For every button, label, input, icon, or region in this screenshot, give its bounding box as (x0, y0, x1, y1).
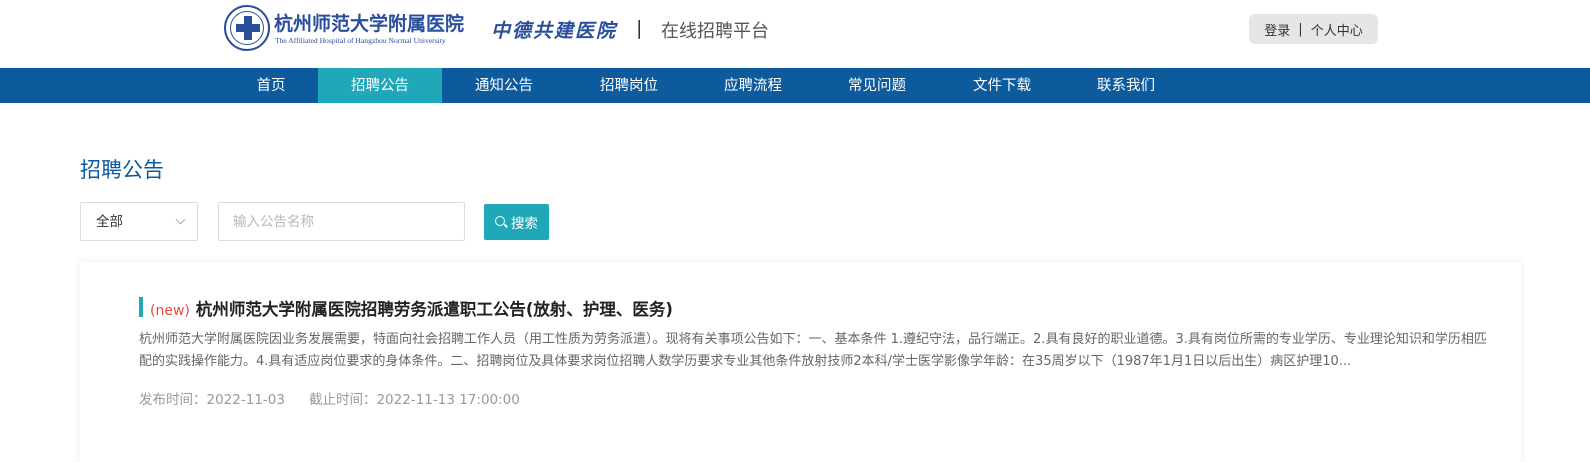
nav-positions[interactable]: 招聘岗位 (567, 68, 691, 103)
hospital-logo-icon[interactable] (224, 5, 270, 51)
notice-title: 杭州师范大学附属医院招聘劳务派遣职工公告(放射、护理、医务) (195, 300, 673, 319)
notice-card[interactable]: (new) 杭州师范大学附属医院招聘劳务派遣职工公告(放射、护理、医务) 杭州师范… (80, 262, 1521, 462)
new-badge: (new) (150, 303, 190, 319)
nav-downloads[interactable]: 文件下载 (940, 68, 1064, 103)
header-separator: | (636, 17, 643, 39)
search-input[interactable] (218, 202, 465, 241)
nav-announcements[interactable]: 通知公告 (442, 68, 566, 103)
deadline-date: 2022-11-13 17:00:00 (376, 392, 520, 408)
login-link[interactable]: 登录 (1264, 20, 1290, 39)
notice-accent-bar (139, 297, 143, 317)
notice-title-link[interactable]: (new) 杭州师范大学附属医院招聘劳务派遣职工公告(放射、护理、医务) (150, 296, 673, 320)
nav-contact[interactable]: 联系我们 (1064, 68, 1188, 103)
chevron-down-icon (175, 214, 186, 225)
platform-title: 在线招聘平台 (661, 21, 769, 42)
nav-process[interactable]: 应聘流程 (691, 68, 815, 103)
user-links: 登录 | 个人中心 (1249, 14, 1378, 44)
deadline-label: 截止时间： (308, 392, 377, 408)
user-links-separator: | (1298, 21, 1303, 37)
nav-recruitment-notices[interactable]: 招聘公告 (318, 68, 442, 103)
partner-hospital-label: 中德共建医院 (491, 20, 618, 42)
search-icon (495, 216, 508, 228)
hospital-name-en: The Affiliated Hospital of Hangzhou Norm… (275, 36, 446, 45)
publish-label: 发布时间： (139, 392, 207, 408)
site-header: 杭州师范大学附属医院 The Affiliated Hospital of Ha… (0, 0, 1590, 68)
page-title: 招聘公告 (80, 158, 164, 182)
nav-faq[interactable]: 常见问题 (815, 68, 939, 103)
notice-summary: 杭州师范大学附属医院因业务发展需要，特面向社会招聘工作人员（用工性质为劳务派遣）… (139, 332, 1487, 369)
user-center-link[interactable]: 个人中心 (1311, 20, 1363, 39)
category-select-value: 全部 (96, 214, 123, 230)
nav-home[interactable]: 首页 (209, 68, 333, 103)
search-button[interactable]: 搜索 (484, 204, 549, 240)
publish-date: 2022-11-03 (206, 392, 285, 408)
hospital-name-cn[interactable]: 杭州师范大学附属医院 (274, 9, 464, 36)
main-nav: 首页 招聘公告 通知公告 招聘岗位 应聘流程 常见问题 文件下载 联系我们 (0, 68, 1590, 103)
category-select[interactable]: 全部 (80, 202, 198, 241)
search-button-label: 搜索 (511, 216, 538, 232)
notice-meta: 发布时间：2022-11-03 截止时间：2022-11-13 17:00:00 (139, 388, 520, 408)
